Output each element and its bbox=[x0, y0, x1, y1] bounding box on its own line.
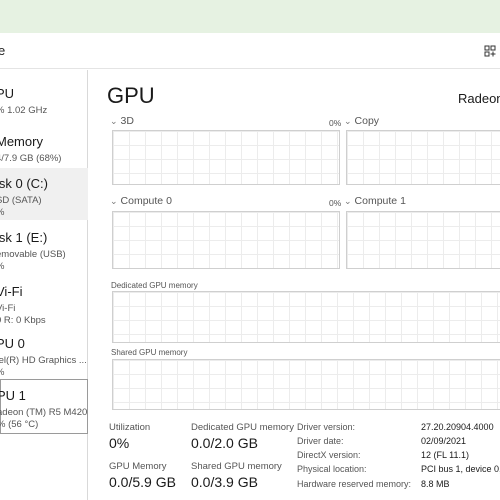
sidebar-item-name: PU 1 bbox=[0, 388, 26, 403]
directx-version-value: 12 (FL 11.1) bbox=[421, 450, 470, 460]
sidebar-item-disk1[interactable]: isk 1 (E:) emovable (USB) % bbox=[0, 222, 88, 274]
sidebar-item-cpu[interactable]: PU % 1.02 GHz bbox=[0, 78, 88, 130]
engine-max-pct: 0% bbox=[329, 118, 342, 128]
physical-location-value: PCI bus 1, device 0, bbox=[421, 464, 500, 474]
sidebar-item-gpu0[interactable]: PU 0 tel(R) HD Graphics ... % bbox=[0, 328, 88, 380]
sidebar-item-detail: tel(R) HD Graphics ... bbox=[0, 355, 87, 366]
sidebar-item-wifi[interactable]: Vi-Fi Vi-Fi 0 R: 0 Kbps bbox=[0, 276, 88, 328]
engine-selector-compute1[interactable]: ⌄ Compute 1 bbox=[344, 195, 406, 207]
shared-memory-graph bbox=[112, 359, 500, 410]
sidebar-item-detail: adeon (TM) R5 M420 bbox=[0, 407, 88, 418]
chevron-down-icon: ⌄ bbox=[344, 196, 352, 206]
sidebar-item-name: isk 0 (C:) bbox=[0, 176, 48, 191]
engine-label: 3D bbox=[120, 115, 134, 127]
engine-selector-copy[interactable]: ⌄ Copy bbox=[344, 115, 379, 127]
sidebar-item-gpu1[interactable]: PU 1 adeon (TM) R5 M420 % (56 °C) bbox=[0, 379, 88, 434]
shared-memory-graph-label: Shared GPU memory bbox=[111, 348, 188, 357]
gpu-memory-value: 0.0/5.9 GB bbox=[109, 474, 176, 490]
tab-row: e bbox=[0, 33, 500, 69]
engine-graph-3d bbox=[112, 130, 340, 185]
gpu-memory-label: GPU Memory bbox=[109, 461, 167, 472]
shared-memory-label: Shared GPU memory bbox=[191, 461, 282, 472]
sidebar-item-usage: % bbox=[0, 367, 4, 378]
sidebar-item-usage: % bbox=[0, 261, 4, 272]
sidebar: PU % 1.02 GHz Memory 4/7.9 GB (68%) isk … bbox=[0, 70, 88, 500]
chevron-down-icon: ⌄ bbox=[110, 116, 118, 126]
engine-label: Compute 1 bbox=[354, 195, 406, 207]
sidebar-item-detail: Vi-Fi bbox=[0, 303, 16, 314]
dedicated-memory-graph-label: Dedicated GPU memory bbox=[111, 281, 198, 290]
more-options-icon[interactable] bbox=[484, 44, 496, 62]
engine-graph-copy bbox=[346, 130, 500, 185]
dedicated-memory-label: Dedicated GPU memory bbox=[191, 422, 294, 433]
engine-label: Copy bbox=[354, 115, 380, 127]
driver-date-value: 02/09/2021 bbox=[421, 436, 467, 446]
sidebar-item-name: isk 1 (E:) bbox=[0, 230, 48, 245]
sidebar-item-detail: SD (SATA) bbox=[0, 195, 42, 206]
engine-selector-compute0[interactable]: ⌄ Compute 0 bbox=[110, 195, 172, 207]
engine-graph-compute1 bbox=[346, 211, 500, 269]
physical-location-label: Physical location: bbox=[297, 464, 367, 474]
title-bar bbox=[0, 0, 500, 33]
engine-selector-3d[interactable]: ⌄ 3D bbox=[110, 115, 134, 127]
driver-date-label: Driver date: bbox=[297, 436, 344, 446]
chevron-down-icon: ⌄ bbox=[110, 196, 118, 206]
utilization-value: 0% bbox=[109, 435, 130, 451]
engine-label: Compute 0 bbox=[120, 195, 172, 207]
sidebar-item-usage: % bbox=[0, 207, 4, 218]
sidebar-item-name: PU bbox=[0, 86, 15, 101]
engine-graph-compute0 bbox=[112, 211, 340, 269]
sidebar-item-usage: % (56 °C) bbox=[0, 419, 39, 430]
page-title: GPU bbox=[107, 83, 155, 108]
shared-memory-value: 0.0/3.9 GB bbox=[191, 474, 258, 490]
sidebar-item-disk0[interactable]: isk 0 (C:) SD (SATA) % bbox=[0, 168, 88, 220]
sidebar-item-name: PU 0 bbox=[0, 336, 25, 351]
engine-max-pct: 0% bbox=[329, 198, 342, 208]
utilization-label: Utilization bbox=[109, 422, 151, 433]
sidebar-item-name: Memory bbox=[0, 134, 43, 149]
tab-performance-label[interactable]: e bbox=[0, 43, 5, 58]
chevron-down-icon: ⌄ bbox=[344, 116, 352, 126]
hardware-reserved-memory-value: 8.8 MB bbox=[421, 479, 450, 489]
hardware-reserved-memory-label: Hardware reserved memory: bbox=[297, 479, 412, 489]
sidebar-item-usage: 0 R: 0 Kbps bbox=[0, 315, 46, 326]
dedicated-memory-graph bbox=[112, 291, 500, 343]
sidebar-item-name: Vi-Fi bbox=[0, 284, 23, 299]
driver-version-value: 27.20.20904.4000 bbox=[421, 422, 494, 432]
driver-version-label: Driver version: bbox=[297, 422, 356, 432]
dedicated-memory-value: 0.0/2.0 GB bbox=[191, 435, 258, 451]
sidebar-item-detail: 4/7.9 GB (68%) bbox=[0, 153, 62, 164]
gpu-model-name: Radeon bbox=[458, 91, 500, 106]
sidebar-item-detail: emovable (USB) bbox=[0, 249, 66, 260]
directx-version-label: DirectX version: bbox=[297, 450, 361, 460]
sidebar-item-detail: % 1.02 GHz bbox=[0, 105, 48, 116]
